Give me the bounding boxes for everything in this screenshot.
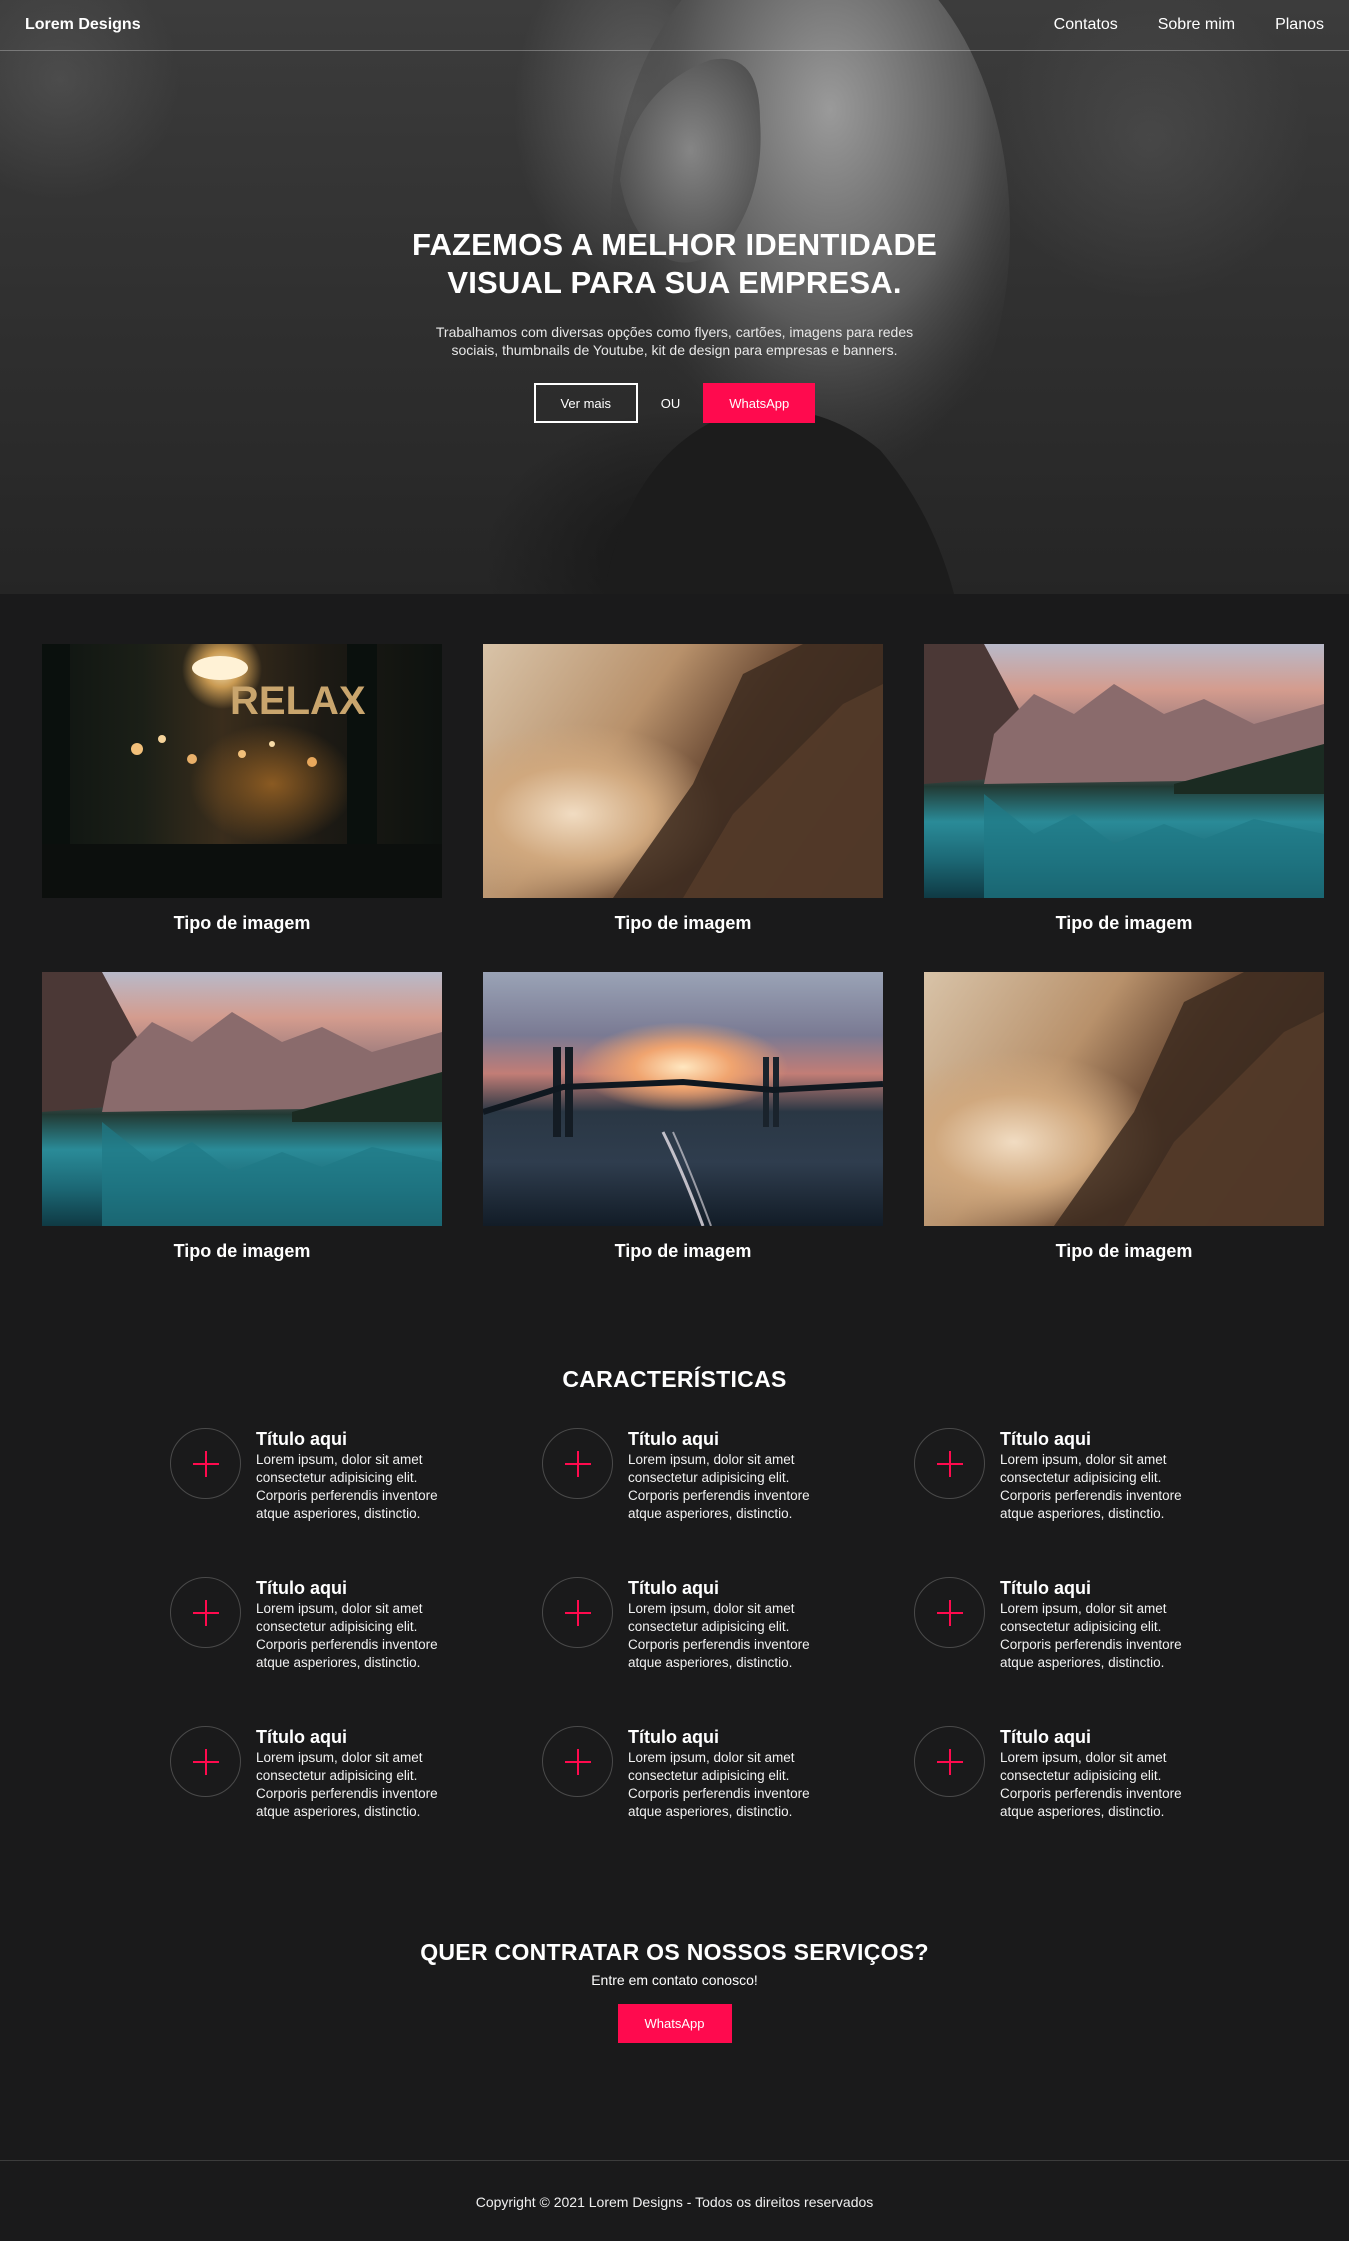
cta-text: Entre em contato conosco! (591, 1972, 758, 1988)
feature-title: Título aqui (256, 1727, 347, 1747)
feature-item: Título aqui Lorem ipsum, dolor sit amet c… (914, 1577, 1286, 1672)
feature-icon-circle (542, 1726, 613, 1797)
hero-section: FAZEMOS A MELHOR IDENTIDADE VISUAL PARA … (0, 0, 1349, 594)
nav-link-contatos[interactable]: Contatos (1054, 16, 1118, 34)
nav-link-planos[interactable]: Planos (1275, 16, 1324, 34)
plus-icon (564, 1599, 591, 1626)
feature-item: Título aqui Lorem ipsum, dolor sit amet c… (542, 1428, 914, 1523)
feature-item: Título aqui Lorem ipsum, dolor sit amet c… (170, 1428, 542, 1523)
contact-cta-section: QUER CONTRATAR OS NOSSOS SERVIÇOS? Entre… (0, 1821, 1349, 2043)
plus-icon (936, 1748, 963, 1775)
feature-body: Título aqui Lorem ipsum, dolor sit amet c… (1000, 1726, 1200, 1821)
feature-title: Título aqui (1000, 1727, 1091, 1747)
feature-icon-circle (170, 1726, 241, 1797)
or-label: OU (660, 395, 681, 411)
feature-item: Título aqui Lorem ipsum, dolor sit amet c… (170, 1726, 542, 1821)
feature-body: Título aqui Lorem ipsum, dolor sit amet c… (1000, 1428, 1200, 1523)
feature-title: Título aqui (1000, 1578, 1091, 1598)
feature-icon-circle (914, 1428, 985, 1499)
footer: Copyright © 2021 Lorem Designs - Todos o… (0, 2160, 1349, 2241)
gallery-card-title: Tipo de imagem (173, 913, 311, 933)
gallery-card[interactable]: Tipo de imagem (483, 644, 883, 934)
plus-icon (936, 1450, 963, 1477)
hero-subtitle: Trabalhamos com diversas opções como fly… (435, 324, 914, 358)
nav-links: Contatos Sobre mim Planos (1014, 16, 1324, 34)
hero-actions: Ver mais OU WhatsApp (0, 383, 1349, 423)
feature-body: Título aqui Lorem ipsum, dolor sit amet c… (256, 1428, 456, 1523)
gallery-card[interactable]: Tipo de imagem (42, 972, 442, 1262)
feature-text: Lorem ipsum, dolor sit amet consectetur … (256, 1601, 438, 1670)
feature-body: Título aqui Lorem ipsum, dolor sit amet c… (628, 1428, 828, 1523)
gallery-grid: RELAX Tipo de imagem Tipo de imagem Tipo… (0, 594, 1349, 1262)
feature-text: Lorem ipsum, dolor sit amet consectetur … (628, 1750, 810, 1819)
feature-body: Título aqui Lorem ipsum, dolor sit amet c… (628, 1726, 828, 1821)
features-section: CARACTERÍSTICAS Título aqui Lorem ipsum, … (0, 1262, 1349, 1821)
gallery-image-bridge-sunset (483, 972, 883, 1226)
features-grid: Título aqui Lorem ipsum, dolor sit amet c… (0, 1428, 1349, 1821)
feature-icon-circle (170, 1428, 241, 1499)
plus-icon (192, 1748, 219, 1775)
gallery-card[interactable]: RELAX Tipo de imagem (42, 644, 442, 934)
feature-body: Título aqui Lorem ipsum, dolor sit amet c… (256, 1726, 456, 1821)
feature-text: Lorem ipsum, dolor sit amet consectetur … (256, 1452, 438, 1521)
feature-text: Lorem ipsum, dolor sit amet consectetur … (628, 1452, 810, 1521)
gallery-card[interactable]: Tipo de imagem (924, 644, 1324, 934)
page: Lorem Designs Contatos Sobre mim Planos (0, 0, 1349, 2241)
feature-title: Título aqui (256, 1429, 347, 1449)
feature-icon-circle (914, 1726, 985, 1797)
feature-title: Título aqui (628, 1429, 719, 1449)
feature-title: Título aqui (1000, 1429, 1091, 1449)
footer-copyright: Copyright © 2021 Lorem Designs - Todos o… (475, 2194, 874, 2210)
gallery-image-mountain-clouds (924, 972, 1324, 1226)
feature-text: Lorem ipsum, dolor sit amet consectetur … (1000, 1452, 1182, 1521)
gallery-image-mountain-clouds (483, 644, 883, 898)
feature-text: Lorem ipsum, dolor sit amet consectetur … (628, 1601, 810, 1670)
plus-icon (192, 1450, 219, 1477)
hero-content: FAZEMOS A MELHOR IDENTIDADE VISUAL PARA … (0, 226, 1349, 423)
hero-title: FAZEMOS A MELHOR IDENTIDADE VISUAL PARA … (412, 227, 937, 300)
cta-heading: QUER CONTRATAR OS NOSSOS SERVIÇOS? (420, 1939, 929, 1965)
feature-item: Título aqui Lorem ipsum, dolor sit amet c… (170, 1577, 542, 1672)
plus-icon (564, 1450, 591, 1477)
feature-text: Lorem ipsum, dolor sit amet consectetur … (1000, 1601, 1182, 1670)
gallery-image-mountain-lake (924, 644, 1324, 898)
gallery-card-title: Tipo de imagem (1055, 1241, 1193, 1261)
nav-link-sobre-mim[interactable]: Sobre mim (1158, 16, 1235, 34)
feature-text: Lorem ipsum, dolor sit amet consectetur … (256, 1750, 438, 1819)
plus-icon (192, 1599, 219, 1626)
gallery-card-title: Tipo de imagem (1055, 913, 1193, 933)
feature-text: Lorem ipsum, dolor sit amet consectetur … (1000, 1750, 1182, 1819)
gallery-card-title: Tipo de imagem (614, 1241, 752, 1261)
relax-sign-text: RELAX (230, 679, 366, 723)
gallery-card-title: Tipo de imagem (614, 913, 752, 933)
feature-icon-circle (542, 1577, 613, 1648)
plus-icon (936, 1599, 963, 1626)
ver-mais-button[interactable]: Ver mais (533, 383, 638, 423)
feature-item: Título aqui Lorem ipsum, dolor sit amet c… (914, 1726, 1286, 1821)
brand-logo[interactable]: Lorem Designs (25, 16, 141, 34)
feature-item: Título aqui Lorem ipsum, dolor sit amet c… (542, 1726, 914, 1821)
feature-item: Título aqui Lorem ipsum, dolor sit amet c… (542, 1577, 914, 1672)
feature-icon-circle (170, 1577, 241, 1648)
gallery-card[interactable]: Tipo de imagem (924, 972, 1324, 1262)
gallery-image-mountain-lake (42, 972, 442, 1226)
top-nav: Lorem Designs Contatos Sobre mim Planos (0, 0, 1349, 51)
plus-icon (564, 1748, 591, 1775)
feature-title: Título aqui (628, 1727, 719, 1747)
feature-body: Título aqui Lorem ipsum, dolor sit amet c… (628, 1577, 828, 1672)
feature-icon-circle (914, 1577, 985, 1648)
gallery-card-title: Tipo de imagem (173, 1241, 311, 1261)
gallery-image-bar: RELAX (42, 644, 442, 898)
feature-body: Título aqui Lorem ipsum, dolor sit amet c… (1000, 1577, 1200, 1672)
features-heading: CARACTERÍSTICAS (562, 1366, 787, 1392)
feature-icon-circle (542, 1428, 613, 1499)
gallery-card[interactable]: Tipo de imagem (483, 972, 883, 1262)
feature-body: Título aqui Lorem ipsum, dolor sit amet c… (256, 1577, 456, 1672)
hero-whatsapp-button[interactable]: WhatsApp (703, 383, 816, 423)
feature-item: Título aqui Lorem ipsum, dolor sit amet c… (914, 1428, 1286, 1523)
cta-whatsapp-button[interactable]: WhatsApp (617, 2004, 732, 2043)
bar-scene-illustration: RELAX (42, 644, 442, 898)
feature-title: Título aqui (628, 1578, 719, 1598)
feature-title: Título aqui (256, 1578, 347, 1598)
